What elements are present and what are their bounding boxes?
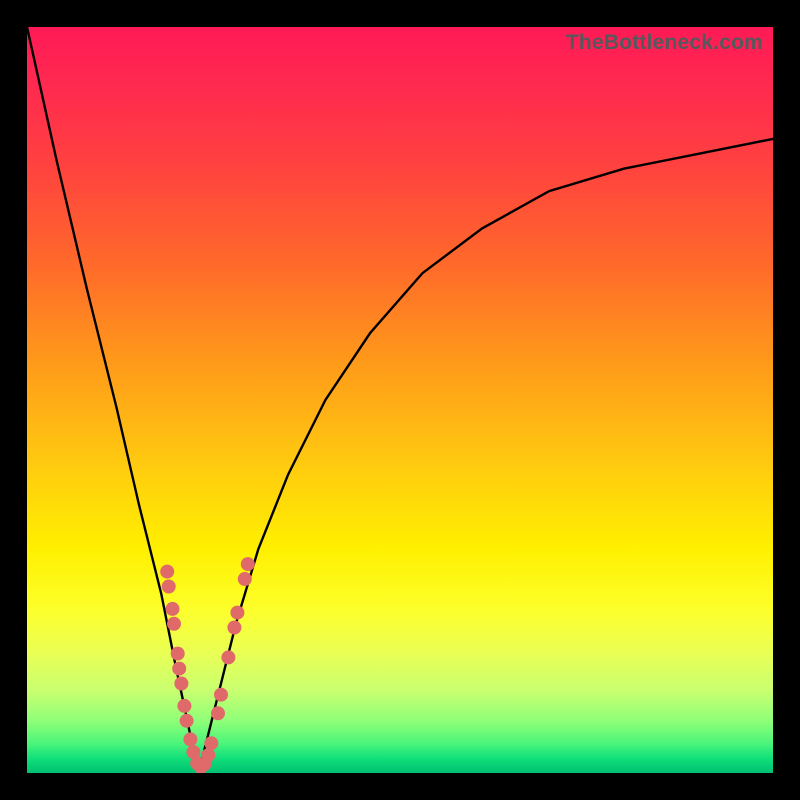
marker-dot [214,688,228,702]
marker-dot [166,602,180,616]
marker-dot [204,736,218,750]
marker-dot [183,732,197,746]
marker-dot [221,650,235,664]
marker-dot [238,572,252,586]
marker-dot [167,617,181,631]
marker-dot [171,647,185,661]
marker-dot [174,677,188,691]
chart-frame: TheBottleneck.com [0,0,800,800]
marker-group [160,557,255,773]
plot-area: TheBottleneck.com [27,27,773,773]
marker-dot [227,621,241,635]
marker-dot [230,606,244,620]
marker-dot [162,580,176,594]
marker-dot [160,565,174,579]
marker-dot [211,706,225,720]
bottleneck-curve-path [27,27,773,773]
marker-dot [172,662,186,676]
marker-dot [180,714,194,728]
marker-dot [241,557,255,571]
marker-dot [201,748,215,762]
marker-dot [177,699,191,713]
curve-layer [27,27,773,773]
